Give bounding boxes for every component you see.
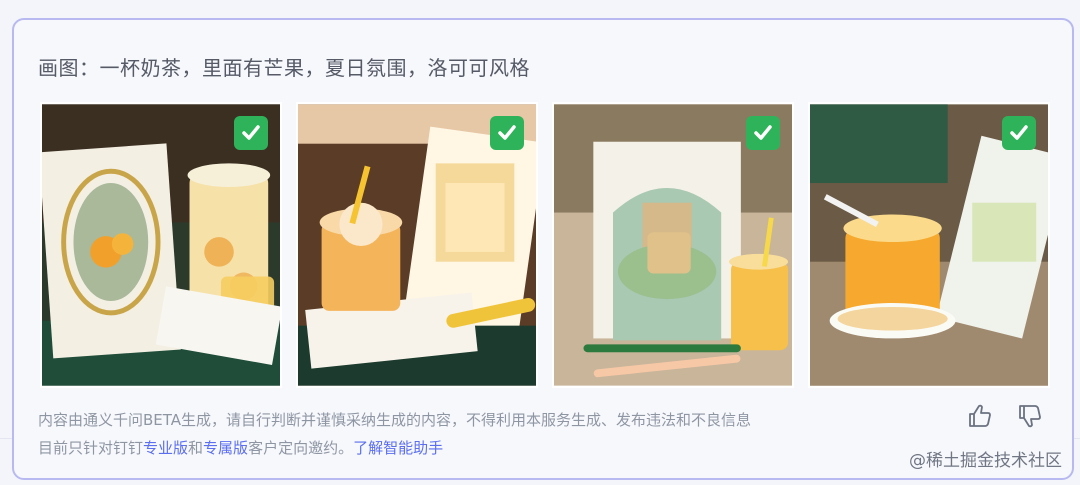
check-icon (1010, 125, 1028, 140)
disclaimer-line-2: 目前只针对钉钉专业版和专属版客户定向邀约。了解智能助手 (38, 434, 751, 462)
check-icon (498, 125, 516, 140)
link-pro-edition[interactable]: 专业版 (143, 439, 188, 457)
disclaimer: 内容由通义千问BETA生成，请自行判断并谨慎采纳生成的内容，不得利用本服务生成、… (38, 406, 751, 462)
generated-image-2[interactable] (296, 102, 538, 388)
feedback-buttons (966, 402, 1044, 430)
disclaimer-prefix: 目前只针对钉钉 (38, 439, 144, 457)
selected-check[interactable] (490, 116, 524, 150)
watermark: @稀土掘金技术社区 (909, 451, 1062, 471)
selected-check[interactable] (1002, 116, 1036, 150)
page: 画图：一杯奶茶，里面有芒果，夏日氛围，洛可可风格 内容由通义千问BETA生成，请… (0, 0, 1080, 485)
like-button[interactable] (966, 402, 994, 430)
dislike-button[interactable] (1016, 402, 1044, 430)
generated-image-1[interactable] (40, 102, 282, 388)
thumbs-down-icon (1019, 405, 1041, 428)
generated-image-4[interactable] (808, 102, 1050, 388)
disclaimer-suffix: 客户定向邀约。 (248, 439, 354, 457)
prompt-text: 画图：一杯奶茶，里面有芒果，夏日氛围，洛可可风格 (38, 56, 530, 80)
selected-check[interactable] (234, 116, 268, 150)
selected-check[interactable] (746, 116, 780, 150)
link-learn-assistant[interactable]: 了解智能助手 (353, 439, 443, 457)
generated-image-3[interactable] (552, 102, 794, 388)
disclaimer-and: 和 (188, 439, 204, 457)
thumbs-up-icon (969, 404, 991, 427)
link-exclusive-edition[interactable]: 专属版 (203, 439, 248, 457)
check-icon (242, 125, 260, 140)
message-card: 画图：一杯奶茶，里面有芒果，夏日氛围，洛可可风格 内容由通义千问BETA生成，请… (12, 18, 1074, 480)
disclaimer-line-1: 内容由通义千问BETA生成，请自行判断并谨慎采纳生成的内容，不得利用本服务生成、… (38, 411, 752, 429)
check-icon (754, 125, 772, 140)
image-grid (40, 102, 1050, 388)
